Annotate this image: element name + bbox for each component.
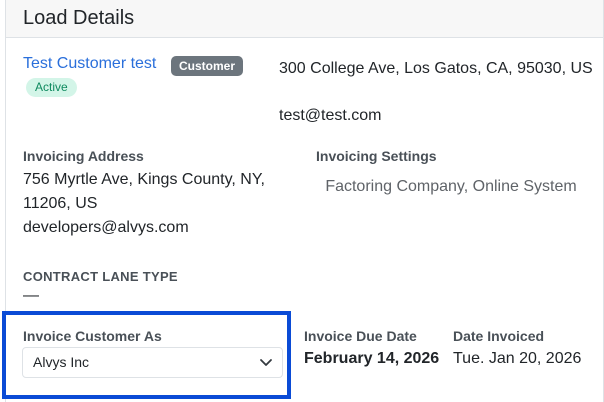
invoicing-settings-label: Invoicing Settings [316, 148, 437, 164]
invoicing-address-label: Invoicing Address [23, 148, 144, 164]
customer-type-badge: Customer [171, 56, 244, 76]
invoice-due-date-value: February 14, 2026 [304, 350, 440, 367]
invoice-customer-as-select[interactable]: Alvys Inc [22, 347, 283, 378]
customer-address: 300 College Ave, Los Gatos, CA, 95030, U… [279, 60, 593, 77]
card-header: Load Details [6, 0, 603, 38]
invoice-customer-as-label: Invoice Customer As [23, 328, 162, 344]
date-invoiced-label: Date Invoiced [453, 328, 545, 344]
contract-lane-type-value: — [23, 287, 39, 304]
contract-lane-type-label: CONTRACT LANE TYPE [23, 269, 178, 284]
invoicing-address-email: developers@alvys.com [23, 219, 189, 236]
invoice-due-date-label: Invoice Due Date [304, 328, 417, 344]
invoicing-settings-value: Factoring Company, Online System [325, 178, 577, 195]
date-invoiced-value: Tue. Jan 20, 2026 [453, 350, 582, 367]
invoicing-address-value: 756 Myrtle Ave, Kings County, NY, 11206,… [23, 171, 265, 212]
customer-email: test@test.com [279, 107, 382, 124]
customer-status-badge: Active [26, 78, 77, 97]
invoice-customer-as-selected: Alvys Inc [33, 354, 90, 370]
chevron-down-icon [260, 359, 272, 366]
card-title: Load Details [23, 7, 135, 29]
customer-name-link[interactable]: Test Customer test [23, 55, 156, 73]
